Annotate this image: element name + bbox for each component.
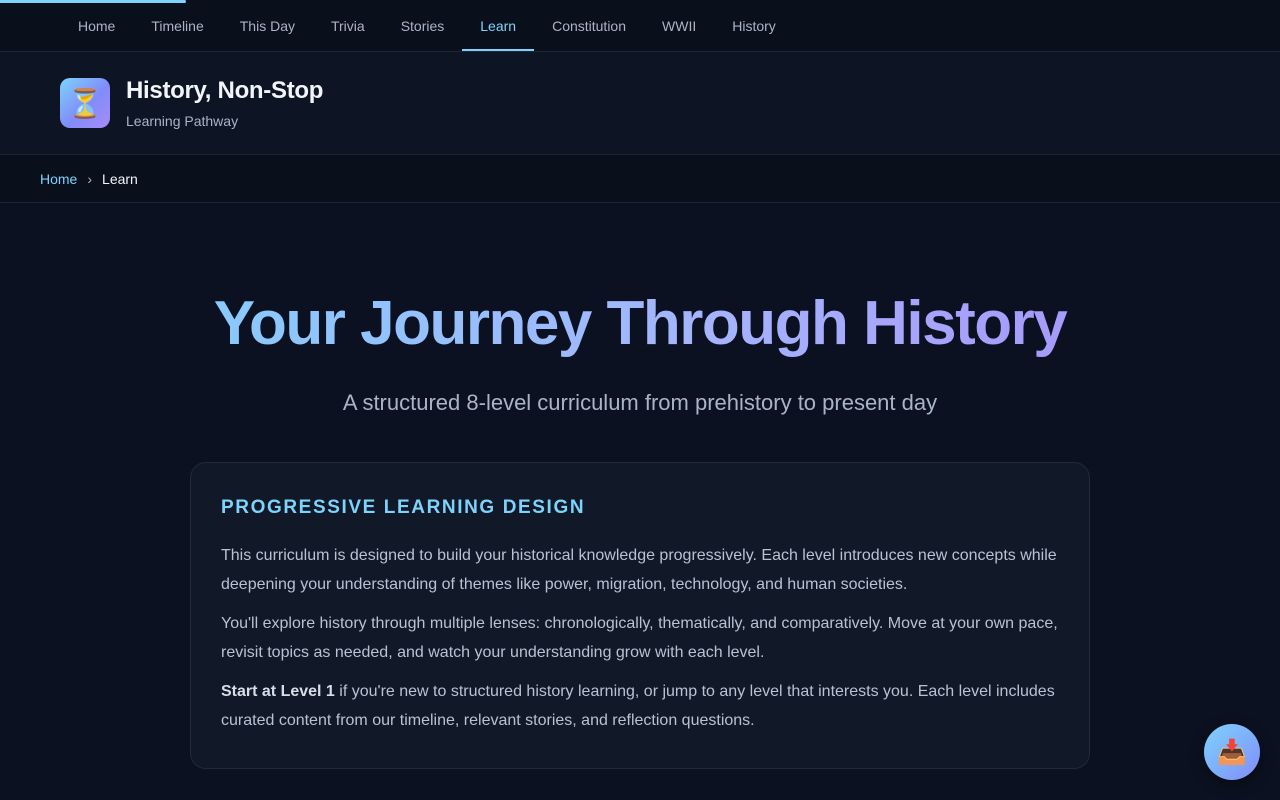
card-heading: Progressive Learning Design bbox=[221, 497, 586, 518]
nav-item-this-day[interactable]: This Day bbox=[222, 0, 313, 51]
nav-item-constitution[interactable]: Constitution bbox=[534, 0, 644, 51]
breadcrumb-separator: › bbox=[87, 170, 93, 187]
nav-item-history[interactable]: History bbox=[714, 0, 794, 51]
nav-item-timeline[interactable]: Timeline bbox=[133, 0, 221, 51]
nav-item-trivia[interactable]: Trivia bbox=[313, 0, 383, 51]
card-paragraph: Start at Level 1 if you're new to struct… bbox=[221, 677, 1059, 735]
hourglass-icon[interactable]: ⏳ bbox=[60, 78, 110, 128]
page-title: Your Journey Through History bbox=[0, 288, 1280, 359]
start-level-emphasis: Start at Level 1 bbox=[221, 683, 335, 700]
nav-item-wwii[interactable]: WWII bbox=[644, 0, 714, 51]
brand: History, Non-Stop Learning Pathway bbox=[126, 77, 323, 129]
site-title[interactable]: History, Non-Stop bbox=[126, 77, 323, 105]
breadcrumb: Home › Learn bbox=[0, 155, 1280, 203]
nav-item-home[interactable]: Home bbox=[60, 0, 133, 51]
nav-item-stories[interactable]: Stories bbox=[383, 0, 463, 51]
inbox-tray-icon[interactable]: 📥 bbox=[1204, 724, 1260, 780]
site-subtitle: Learning Pathway bbox=[126, 113, 239, 129]
card-paragraph-text: if you're new to structured history lear… bbox=[221, 683, 1055, 729]
breadcrumb-current: Learn bbox=[102, 170, 138, 187]
nav-item-learn[interactable]: Learn bbox=[462, 0, 534, 51]
card-paragraph: This curriculum is designed to build you… bbox=[221, 547, 1057, 593]
page-subtitle: A structured 8-level curriculum from pre… bbox=[342, 390, 938, 415]
top-navigation: Home Timeline This Day Trivia Stories Le… bbox=[0, 0, 1280, 52]
learning-design-card: Progressive Learning Design This curricu… bbox=[190, 462, 1090, 769]
card-paragraph: You'll explore history through multiple … bbox=[221, 615, 1058, 661]
site-header: ⏳ History, Non-Stop Learning Pathway bbox=[0, 52, 1280, 155]
breadcrumb-home-link[interactable]: Home bbox=[40, 171, 77, 187]
